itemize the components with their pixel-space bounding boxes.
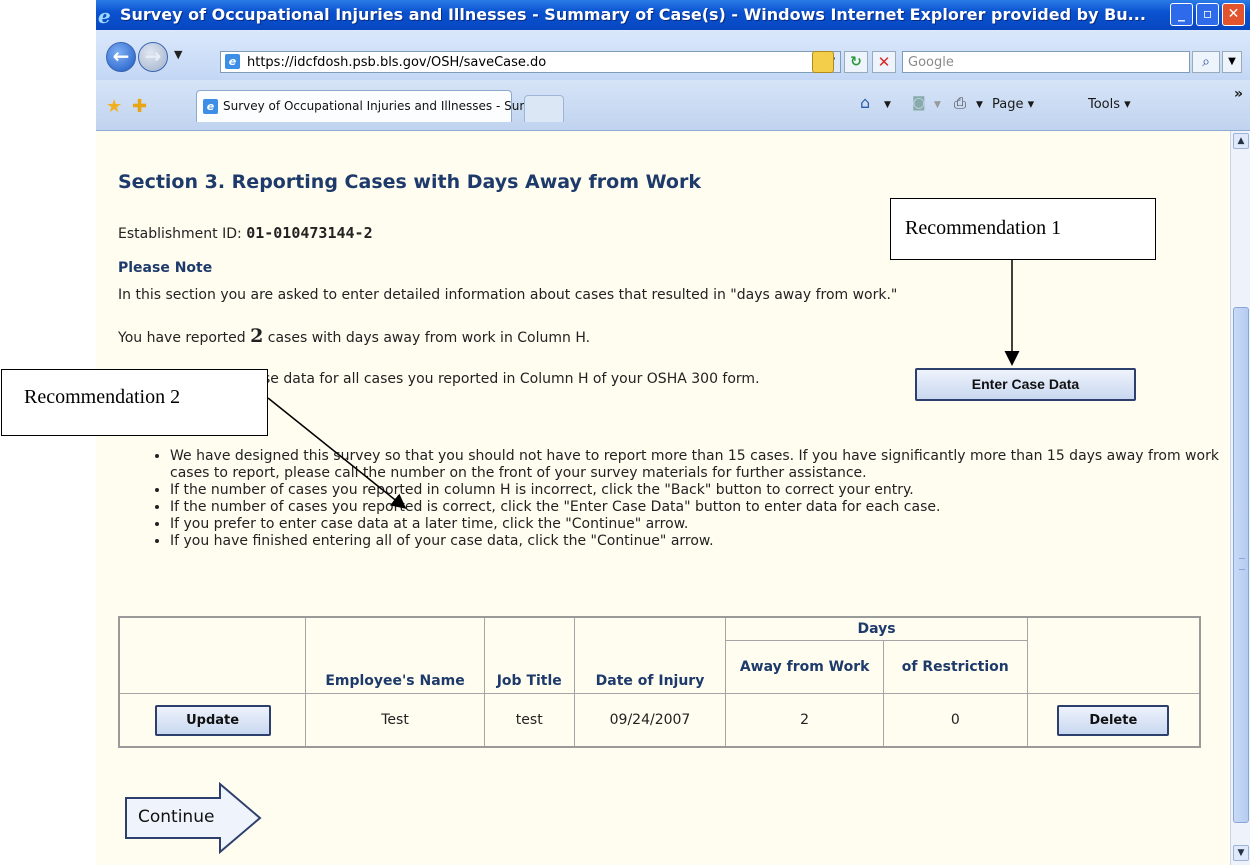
recommendation-2-arrow — [267, 397, 407, 509]
annotation-arrows — [267, 260, 1020, 509]
